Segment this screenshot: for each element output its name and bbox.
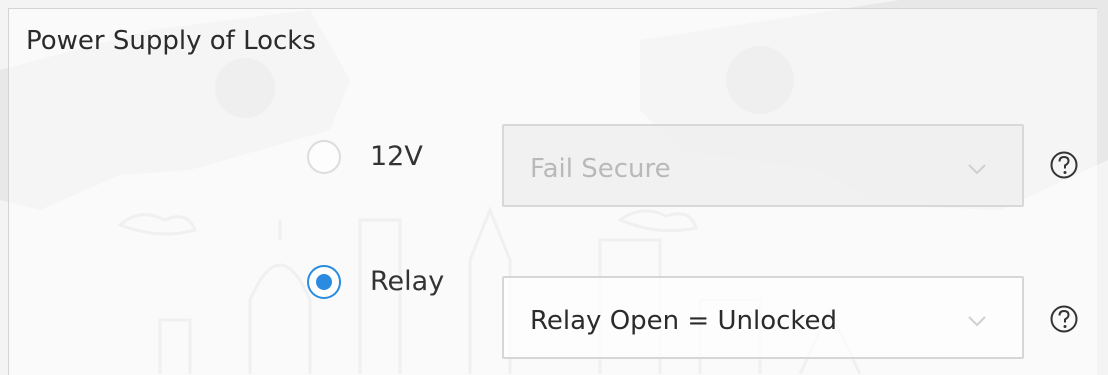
lock-type-dropdown-12v[interactable]: Fail Secure [502,124,1024,207]
radio-12v[interactable] [307,140,341,174]
radio-relay-label: Relay [370,266,445,297]
lock-type-dropdown-12v-value: Fail Secure [530,154,671,184]
section-title: Power Supply of Locks [26,26,316,56]
radio-relay[interactable] [307,265,341,299]
chevron-down-icon [968,164,986,175]
help-icon-12v[interactable] [1049,150,1079,180]
radio-12v-label: 12V [370,141,423,172]
help-icon-relay[interactable] [1049,304,1079,334]
lock-type-dropdown-relay[interactable]: Relay Open = Unlocked [502,276,1024,359]
chevron-down-icon [968,316,986,327]
lock-type-dropdown-relay-value: Relay Open = Unlocked [530,306,838,336]
